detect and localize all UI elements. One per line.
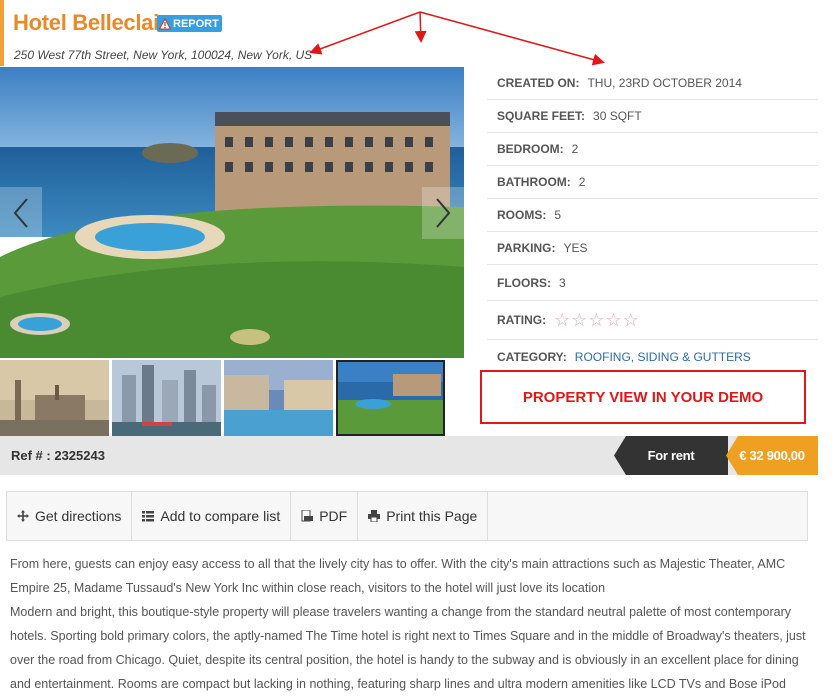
reference-number: Ref # : 2325243 (11, 448, 105, 463)
print-page-button[interactable]: Print this Page (358, 492, 489, 540)
get-directions-label: Get directions (35, 508, 122, 524)
action-toolbar: Get directions Add to compare list PDF P… (6, 491, 808, 541)
created-on-label: CREATED ON: (497, 76, 580, 90)
thumbnail-hotel-pool[interactable] (224, 360, 333, 436)
move-arrows-icon (17, 510, 29, 522)
detail-bedroom: BEDROOM: 2 (487, 133, 818, 166)
rating-stars[interactable]: ☆☆☆☆☆ (554, 310, 640, 331)
print-icon (368, 510, 381, 522)
detail-rooms: ROOMS: 5 (487, 199, 818, 232)
detail-rating: RATING: ☆☆☆☆☆ (487, 301, 818, 340)
star-icon[interactable]: ☆ (623, 310, 640, 330)
get-directions-button[interactable]: Get directions (7, 492, 133, 540)
chevron-right-icon (436, 198, 451, 228)
warning-icon (159, 17, 171, 29)
bathroom-label: BATHROOM: (497, 175, 571, 189)
bathroom-value: 2 (578, 175, 586, 189)
status-badge: For rent (614, 436, 728, 475)
thumbnail-strip (0, 360, 466, 436)
rooms-value: 5 (554, 208, 562, 222)
demo-annotation-label: PROPERTY VIEW IN YOUR DEMO (522, 388, 764, 406)
bedroom-value: 2 (571, 142, 579, 156)
rating-label: RATING: (497, 313, 547, 327)
detail-square-feet: SQUARE FEET: 30 SQFT (487, 100, 818, 133)
thumbnail-skyscrapers[interactable] (112, 360, 221, 436)
thumbnail-london[interactable] (0, 360, 109, 436)
prev-photo-button[interactable] (0, 187, 42, 239)
pdf-button[interactable]: PDF (291, 492, 359, 540)
bedroom-label: BEDROOM: (497, 142, 564, 156)
property-title: Hotel Belleclaire (13, 10, 180, 35)
add-to-compare-button[interactable]: Add to compare list (132, 492, 292, 540)
detail-floors: FLOORS: 3 (487, 265, 818, 301)
property-address: 250 West 77th Street, New York, 100024, … (14, 48, 313, 62)
category-label: CATEGORY: (497, 349, 567, 364)
rooms-label: ROOMS: (497, 208, 547, 222)
detail-category: CATEGORY: ROOFING, SIDING & GUTTERS (487, 340, 818, 373)
report-label: REPORT (173, 17, 219, 30)
floors-value: 3 (559, 275, 566, 290)
pdf-file-icon (301, 510, 314, 522)
floors-label: FLOORS: (497, 275, 551, 290)
detail-parking: PARKING: YES (487, 232, 818, 265)
description-paragraph-2: Modern and bright, this boutique-style p… (10, 605, 806, 691)
parking-value: YES (563, 241, 588, 255)
price-badge: € 32 900,00 (726, 436, 818, 475)
list-icon (142, 511, 155, 522)
star-icon[interactable]: ☆ (606, 310, 623, 330)
created-on-value: THU, 23RD OCTOBER 2014 (587, 76, 742, 90)
square-feet-label: SQUARE FEET: (497, 109, 586, 123)
property-description: From here, guests can enjoy easy access … (10, 552, 810, 696)
report-button[interactable]: REPORT (157, 15, 222, 32)
chevron-left-icon (13, 198, 28, 228)
main-property-photo[interactable] (0, 67, 464, 358)
category-link[interactable]: ROOFING, SIDING & GUTTERS (575, 350, 751, 364)
pdf-label: PDF (319, 508, 348, 524)
star-icon[interactable]: ☆ (588, 310, 605, 330)
next-photo-button[interactable] (422, 187, 464, 239)
demo-annotation-box: PROPERTY VIEW IN YOUR DEMO (480, 370, 806, 424)
star-icon[interactable]: ☆ (554, 310, 571, 330)
star-icon[interactable]: ☆ (571, 310, 588, 330)
add-to-compare-label: Add to compare list (160, 508, 281, 524)
square-feet-value: 30 SQFT (593, 109, 642, 123)
title-accent-bar (0, 0, 4, 66)
print-page-label: Print this Page (386, 508, 478, 524)
detail-bathroom: BATHROOM: 2 (487, 166, 818, 199)
property-details: CREATED ON: THU, 23RD OCTOBER 2014 SQUAR… (487, 67, 818, 373)
detail-created-on: CREATED ON: THU, 23RD OCTOBER 2014 (487, 67, 818, 100)
parking-label: PARKING: (497, 241, 556, 255)
description-paragraph-1: From here, guests can enjoy easy access … (10, 557, 786, 595)
thumbnail-seaside-hotel[interactable] (336, 360, 445, 436)
